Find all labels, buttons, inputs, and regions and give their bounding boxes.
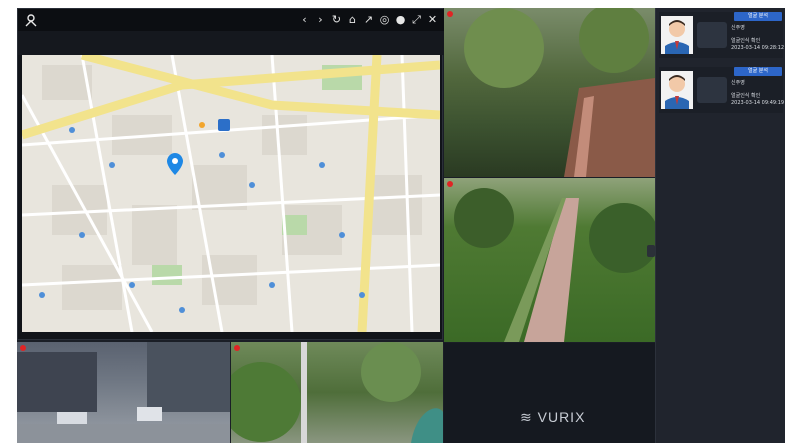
face-match-placeholder-icon: [697, 22, 727, 48]
chevron-right-icon[interactable]: ›: [315, 13, 326, 27]
fullscreen-icon[interactable]: ⤢: [411, 13, 422, 27]
record-indicator-icon: [447, 181, 453, 187]
event-name: 신주영: [731, 80, 745, 86]
event-time: 2023-03-14 09:28:12: [731, 45, 785, 51]
camera-1-scene: [464, 8, 655, 177]
logo-mark-icon: ≋: [520, 409, 538, 425]
globe-icon[interactable]: ●: [395, 13, 406, 27]
panel-resize-handle[interactable]: [647, 245, 655, 257]
empty-channel-panel: ≋ VURIX: [444, 343, 655, 443]
record-indicator-icon: [234, 345, 240, 351]
face-photo: [661, 71, 693, 109]
event-type-badge: 얼굴 분석: [734, 12, 782, 21]
camera-view-2[interactable]: [444, 178, 655, 342]
map-subbar: [18, 31, 444, 55]
event-type-badge: 얼굴 분석: [734, 67, 782, 76]
face-photo: [661, 16, 693, 54]
map-toolbar: ‹ › ↻ ⌂ ↗ ◎ ● ⤢ ✕: [18, 9, 444, 31]
map-tools: ‹ › ↻ ⌂ ↗ ◎ ● ⤢ ✕: [299, 13, 438, 27]
event-card[interactable]: 얼굴 분석 신주영 얼굴인식 확인 2023-03-14 09:49:19: [659, 67, 785, 113]
vms-screen: ‹ › ↻ ⌂ ↗ ◎ ● ⤢ ✕ ≋ VURIX 얼굴 분석 신주영 얼굴인식…: [17, 8, 785, 443]
camera-view-4[interactable]: [231, 342, 443, 443]
face-match-placeholder-icon: [697, 77, 727, 103]
event-card[interactable]: 얼굴 분석 신주영 얼굴인식 확인 2023-03-14 09:28:12: [659, 12, 785, 58]
event-name: 신주영: [731, 25, 745, 31]
record-indicator-icon: [20, 345, 26, 351]
target-icon[interactable]: ◎: [379, 13, 390, 27]
map-drawing: [22, 55, 440, 332]
event-detail: 얼굴인식 확인: [731, 93, 761, 99]
measure-icon[interactable]: ↗: [363, 13, 374, 27]
map-pin-person-icon[interactable]: [24, 13, 38, 27]
event-time: 2023-03-14 09:49:19: [731, 100, 785, 106]
close-icon[interactable]: ✕: [427, 13, 438, 27]
chevron-left-icon[interactable]: ‹: [299, 13, 310, 27]
map-view[interactable]: [22, 55, 440, 332]
event-sidebar: 얼굴 분석 신주영 얼굴인식 확인 2023-03-14 09:28:12 얼굴…: [655, 8, 785, 443]
home-icon[interactable]: ⌂: [347, 13, 358, 27]
map-panel: ‹ › ↻ ⌂ ↗ ◎ ● ⤢ ✕: [17, 8, 444, 340]
camera-view-3[interactable]: [17, 342, 230, 443]
vurix-logo: ≋ VURIX: [520, 409, 586, 425]
record-indicator-icon: [447, 11, 453, 17]
camera-2-scene: [454, 188, 655, 342]
camera-3-scene: [17, 342, 230, 443]
refresh-icon[interactable]: ↻: [331, 13, 342, 27]
camera-4-scene: [231, 342, 443, 443]
camera-view-1[interactable]: [444, 8, 655, 177]
event-detail: 얼굴인식 확인: [731, 38, 761, 44]
